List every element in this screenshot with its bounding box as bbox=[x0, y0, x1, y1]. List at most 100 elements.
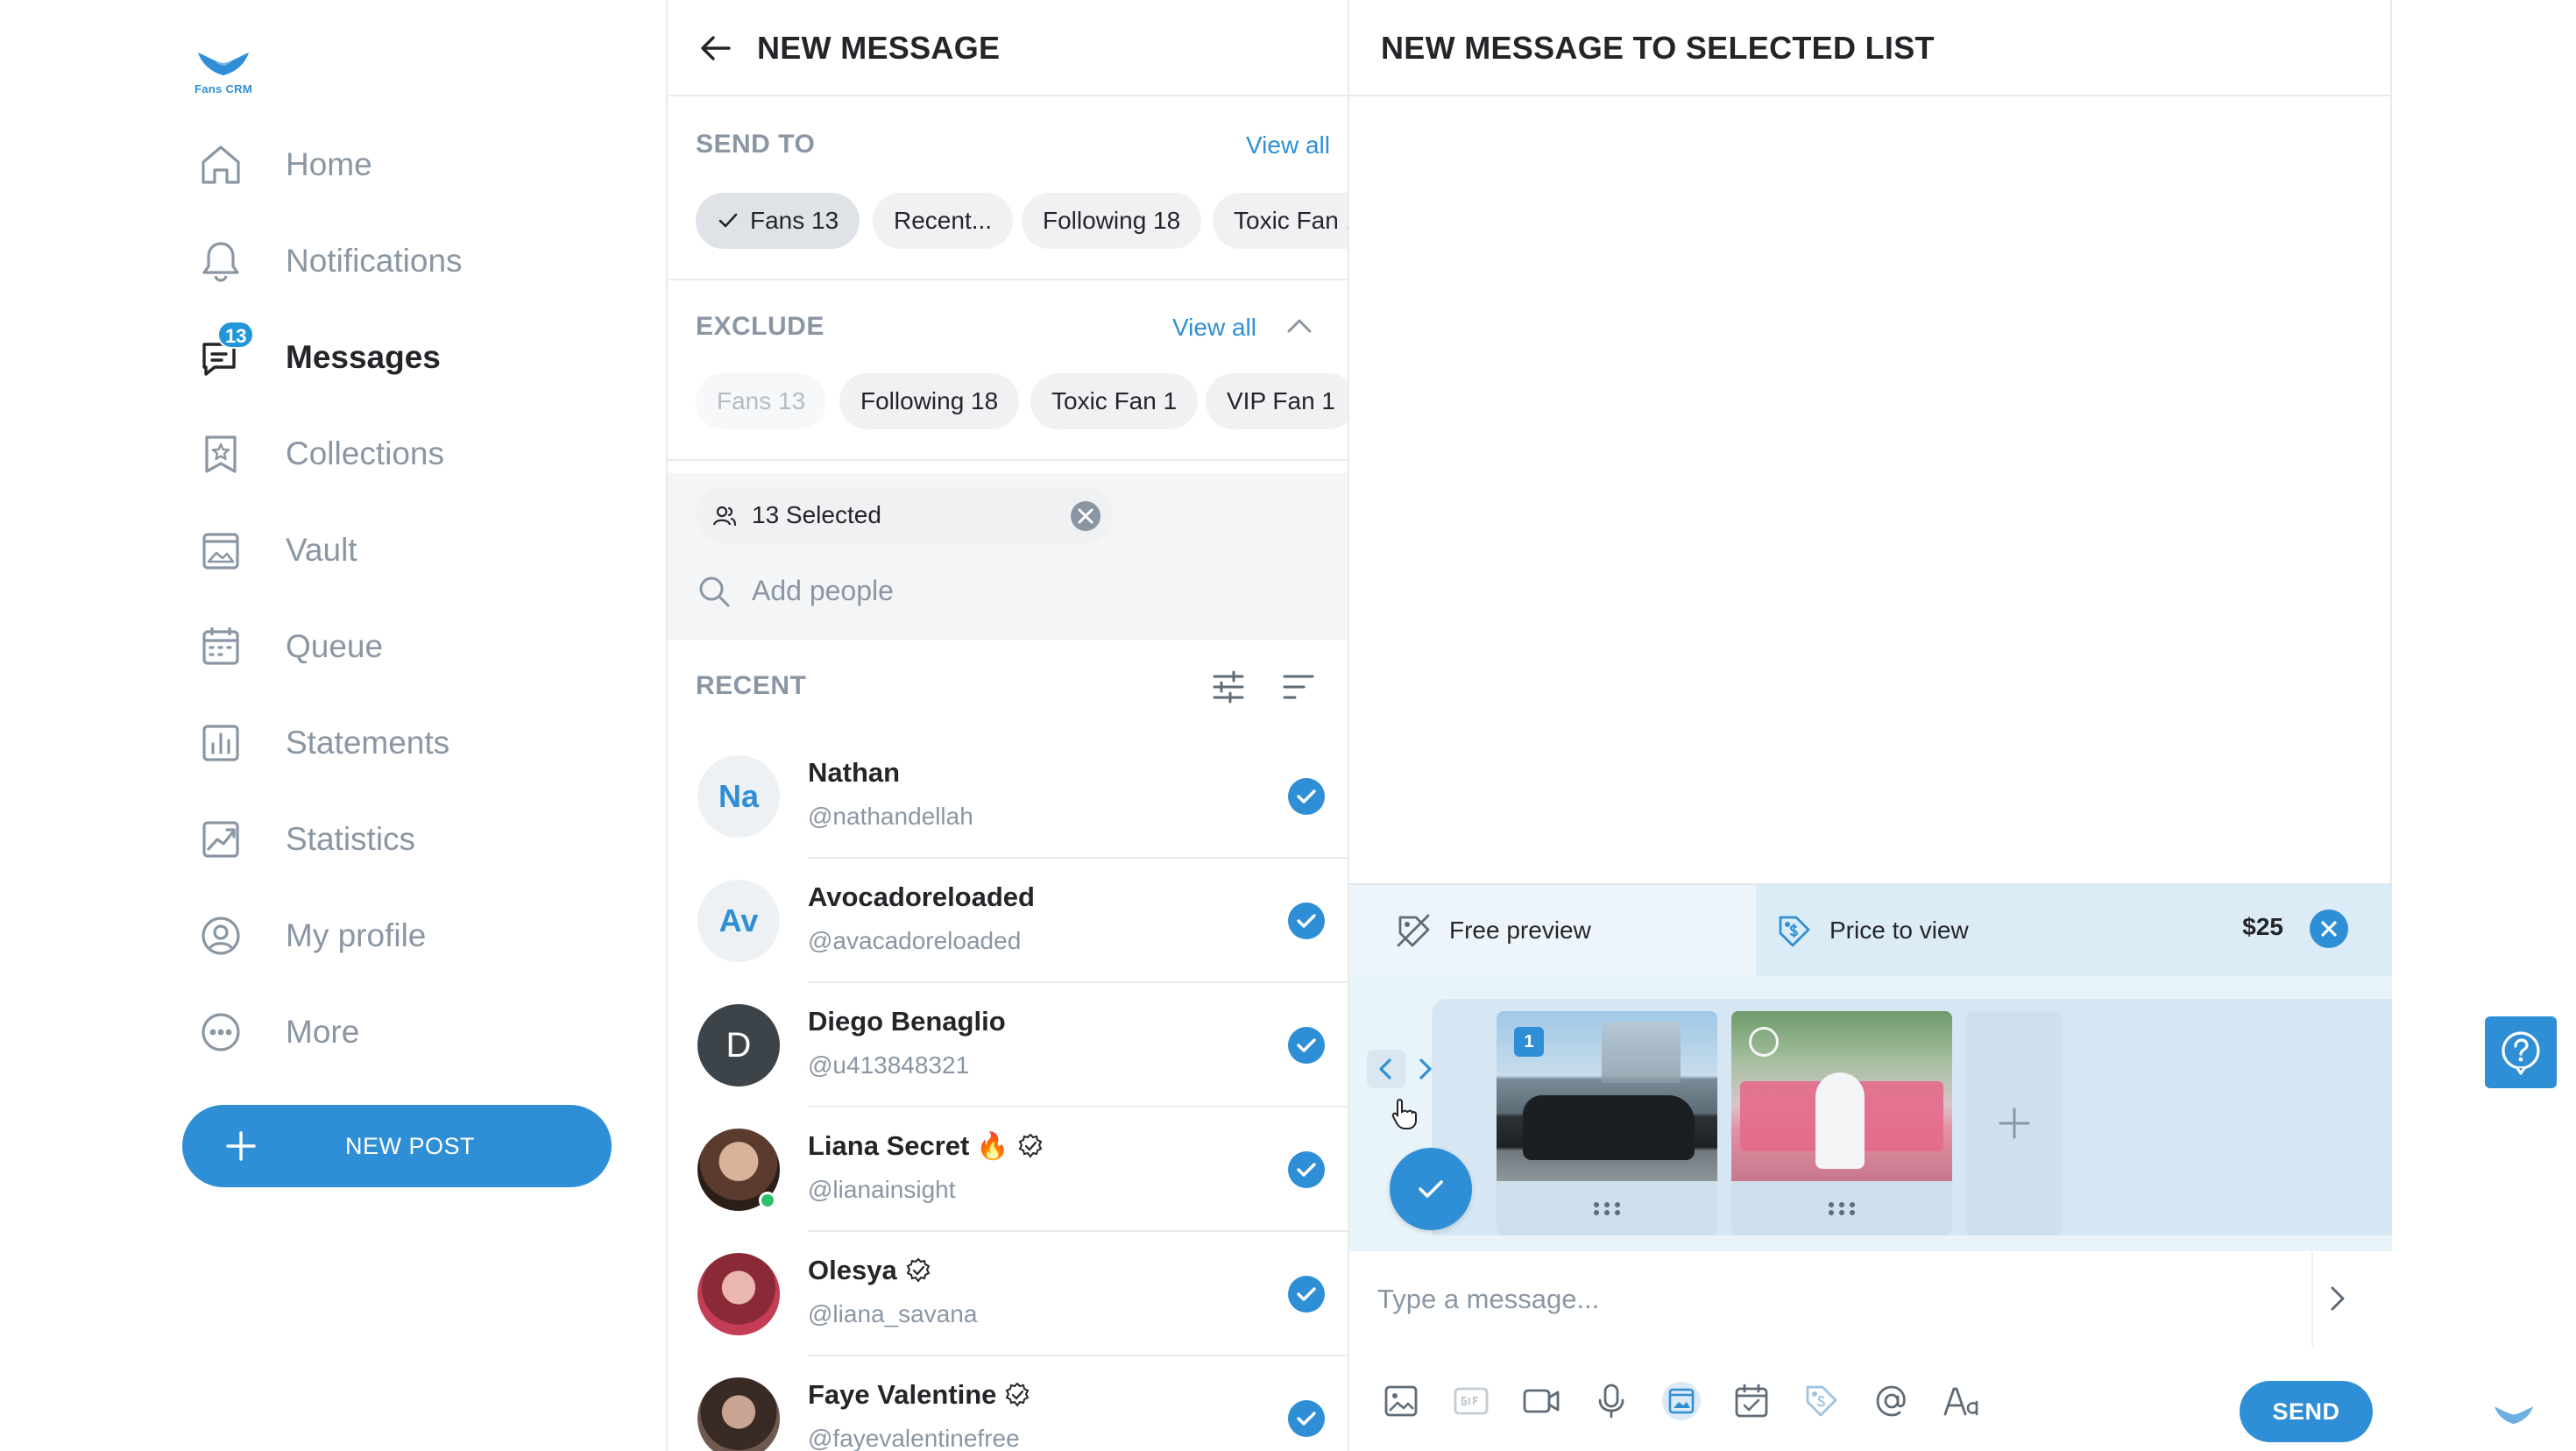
sidebar-item-vault[interactable]: Vault bbox=[195, 515, 615, 585]
send-to-chip-recent[interactable]: Recent... bbox=[873, 193, 1014, 249]
fans-crm-logo[interactable]: Fans CRM bbox=[195, 47, 252, 96]
divider bbox=[668, 279, 1348, 280]
exclude-chip-toxic-fan[interactable]: Toxic Fan 1 bbox=[1030, 373, 1199, 429]
help-button[interactable] bbox=[2485, 1016, 2557, 1088]
send-to-chip-following[interactable]: Following 18 bbox=[1022, 193, 1202, 249]
fire-emoji: 🔥 bbox=[976, 1131, 1009, 1161]
exclude-chip-vip-fan[interactable]: VIP Fan 1 bbox=[1206, 373, 1348, 429]
add-people-input[interactable] bbox=[752, 570, 1313, 612]
free-preview-tab[interactable]: Free preview bbox=[1349, 885, 1756, 976]
free-preview-icon bbox=[1397, 914, 1430, 947]
contact-row[interactable]: Av Avocadoreloaded @avacadoreloaded bbox=[668, 859, 1348, 983]
drag-handle-icon[interactable] bbox=[1497, 1181, 1717, 1235]
send-to-chip-fans[interactable]: Fans 13 bbox=[696, 193, 860, 249]
media-thumbnail[interactable]: 1 bbox=[1497, 1011, 1717, 1235]
contact-row[interactable]: D Diego Benaglio @u413848321 bbox=[668, 983, 1348, 1108]
online-indicator bbox=[759, 1192, 776, 1209]
selected-check-icon[interactable] bbox=[1288, 1027, 1325, 1064]
drag-handle-icon[interactable] bbox=[1731, 1181, 1952, 1235]
chevron-left-icon[interactable] bbox=[1367, 1050, 1405, 1088]
selected-check-icon[interactable] bbox=[1288, 1276, 1325, 1313]
new-post-button[interactable]: NEW POST bbox=[182, 1105, 612, 1187]
sidebar-item-label: Messages bbox=[286, 339, 441, 375]
contact-row[interactable]: Olesya @liana_savana bbox=[668, 1232, 1348, 1356]
profile-icon bbox=[195, 910, 247, 962]
sidebar: Fans CRM Home Notifications 13 Messages … bbox=[0, 0, 666, 1451]
contact-row[interactable]: Liana Secret 🔥 @lianainsight bbox=[668, 1108, 1348, 1232]
help-icon bbox=[2502, 1031, 2540, 1075]
send-button[interactable]: SEND bbox=[2240, 1381, 2373, 1442]
calendar-icon bbox=[195, 620, 247, 673]
close-icon bbox=[2321, 921, 2337, 937]
media-order-badge: 1 bbox=[1514, 1027, 1544, 1057]
contact-row[interactable]: Faye Valentine @fayevalentinefree bbox=[668, 1356, 1348, 1451]
sidebar-item-home[interactable]: Home bbox=[195, 130, 615, 200]
contact-handle: @fayevalentinefree bbox=[808, 1425, 1020, 1451]
price-tag-icon[interactable] bbox=[1801, 1381, 1842, 1421]
right-margin bbox=[2392, 0, 2576, 1451]
sidebar-item-my-profile[interactable]: My profile bbox=[195, 901, 615, 971]
vault-media-icon[interactable] bbox=[1661, 1381, 1702, 1421]
exclude-chip-following[interactable]: Following 18 bbox=[839, 373, 1020, 429]
sidebar-item-queue[interactable]: Queue bbox=[195, 612, 615, 682]
sidebar-item-messages[interactable]: 13 Messages bbox=[195, 321, 615, 393]
free-preview-label: Free preview bbox=[1449, 917, 1591, 944]
recent-label: RECENT bbox=[696, 671, 807, 700]
chevron-up-icon[interactable] bbox=[1284, 314, 1314, 338]
gif-icon[interactable] bbox=[1451, 1381, 1491, 1421]
add-media-button[interactable] bbox=[1966, 1011, 2063, 1235]
bell-icon bbox=[195, 235, 247, 287]
chevron-right-icon[interactable] bbox=[1405, 1050, 1444, 1088]
filter-sliders-icon[interactable] bbox=[1209, 668, 1248, 706]
sidebar-item-label: More bbox=[286, 1014, 360, 1050]
contact-name: Diego Benaglio bbox=[808, 1006, 1006, 1037]
selected-check-icon[interactable] bbox=[1288, 1151, 1325, 1188]
remove-price-button[interactable] bbox=[2310, 910, 2348, 948]
sidebar-item-more[interactable]: More bbox=[195, 997, 615, 1067]
sort-icon[interactable] bbox=[1279, 668, 1318, 706]
sign-photo bbox=[1731, 1011, 1952, 1181]
selected-check-icon[interactable] bbox=[1288, 1400, 1325, 1437]
selected-count-text: 13 Selected bbox=[752, 501, 881, 528]
chevron-right-icon[interactable] bbox=[2320, 1281, 2355, 1316]
exclude-view-all-link[interactable]: View all bbox=[1172, 314, 1256, 342]
contact-name-text: Avocadoreloaded bbox=[808, 881, 1035, 912]
confirm-media-button[interactable] bbox=[1390, 1148, 1472, 1230]
price-value: $25 bbox=[2242, 913, 2283, 940]
schedule-icon[interactable] bbox=[1731, 1381, 1772, 1421]
send-to-view-all-link[interactable]: View all bbox=[1246, 131, 1330, 159]
sidebar-item-label: Statistics bbox=[286, 821, 416, 857]
sidebar-item-collections[interactable]: Collections bbox=[195, 419, 615, 489]
video-icon[interactable] bbox=[1521, 1381, 1561, 1421]
select-media-ring[interactable] bbox=[1749, 1027, 1779, 1057]
back-arrow-icon[interactable] bbox=[696, 28, 736, 68]
mention-icon[interactable] bbox=[1872, 1381, 1912, 1421]
microphone-icon[interactable] bbox=[1591, 1381, 1631, 1421]
collections-icon bbox=[195, 428, 247, 480]
contact-name-text: Diego Benaglio bbox=[808, 1006, 1006, 1037]
clear-selection-icon[interactable] bbox=[1069, 499, 1102, 533]
sidebar-item-notifications[interactable]: Notifications bbox=[195, 226, 615, 296]
new-message-header: NEW MESSAGE bbox=[668, 0, 1348, 96]
chip-label: Recent... bbox=[894, 207, 993, 234]
sidebar-item-statements[interactable]: Statements bbox=[195, 708, 615, 778]
text-format-icon[interactable] bbox=[1942, 1381, 1982, 1421]
sidebar-item-label: Home bbox=[286, 146, 372, 182]
message-input[interactable] bbox=[1377, 1278, 2306, 1321]
media-thumbnail[interactable] bbox=[1731, 1011, 1952, 1235]
sidebar-item-label: Queue bbox=[286, 628, 384, 664]
contact-name-text: Olesya bbox=[808, 1255, 897, 1285]
sidebar-item-statistics[interactable]: Statistics bbox=[195, 804, 615, 874]
selected-count-pill[interactable]: 13 Selected bbox=[696, 487, 1113, 543]
image-icon[interactable] bbox=[1381, 1381, 1421, 1421]
send-to-chip-toxic-fan[interactable]: Toxic Fan 1 bbox=[1213, 193, 1348, 249]
building-shape bbox=[1602, 1022, 1681, 1083]
car-shape bbox=[1523, 1095, 1695, 1160]
selected-check-icon[interactable] bbox=[1288, 902, 1325, 939]
selected-check-icon[interactable] bbox=[1288, 778, 1325, 815]
price-to-view-tab[interactable]: Price to view $25 bbox=[1756, 885, 2392, 976]
contact-row[interactable]: Na Nathan @nathandellah bbox=[668, 734, 1348, 859]
contact-name: Liana Secret 🔥 bbox=[808, 1130, 1044, 1162]
home-icon bbox=[195, 138, 247, 191]
contact-name-text: Liana Secret bbox=[808, 1130, 970, 1161]
